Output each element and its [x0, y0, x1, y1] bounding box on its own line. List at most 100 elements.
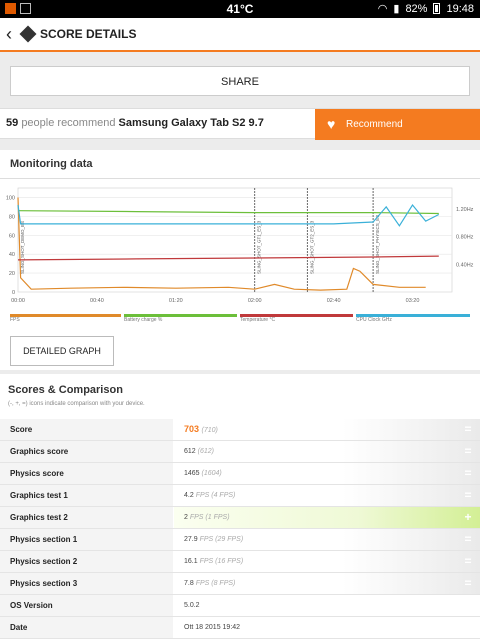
scores-table: Score 703 (710) = Graphics score 612 (612) = P… [0, 419, 480, 639]
y-tick-label: 0 [12, 290, 15, 296]
table-row: Physics section 1 27.9 FPS (29 FPS) = [0, 529, 480, 551]
back-arrow-icon[interactable]: ‹ [6, 24, 20, 45]
row-label: Physics section 3 [0, 573, 173, 594]
row-compare: (1604) [201, 470, 222, 477]
row-value: 27.9 [184, 536, 198, 543]
app-bar: ‹ SCORE DETAILS [0, 18, 480, 52]
row-label: Score [0, 419, 173, 440]
equals-icon: = [464, 466, 472, 480]
legend-label: Temperature °C [240, 317, 276, 323]
legend-label: FPS [10, 317, 20, 323]
row-value-cell: 4.2 FPS (4 FPS) = [174, 485, 480, 506]
y-tick-label: 20 [9, 271, 15, 277]
row-label: Graphics test 1 [0, 485, 173, 506]
page-title: SCORE DETAILS [40, 27, 137, 41]
recommend-button[interactable]: ♥ Recommend [315, 109, 480, 140]
recommend-card: 59 people recommend Samsung Galaxy Tab S… [0, 108, 480, 140]
row-compare: FPS (16 FPS) [199, 558, 244, 565]
table-row: Graphics score 612 (612) = [0, 441, 480, 463]
x-tick-label: 03:20 [406, 298, 420, 304]
row-value: 5.0.2 [184, 602, 200, 609]
row-compare: FPS (8 FPS) [195, 580, 236, 587]
legend-fps: FPS [10, 314, 121, 326]
y-tick-label: 60 [9, 233, 15, 239]
y2-tick-label: 0.40Hz [456, 262, 474, 268]
recommend-text: 59 people recommend Samsung Galaxy Tab S… [6, 117, 264, 129]
clock: 19:48 [446, 2, 474, 15]
table-row: OS Version 5.0.2 [0, 595, 480, 617]
x-tick-label: 02:00 [248, 298, 262, 304]
legend-cpu-clock: CPU Clock GHz [356, 314, 470, 326]
row-compare: FPS (29 FPS) [199, 536, 244, 543]
row-value: 1465 [184, 470, 200, 477]
table-row: Score 703 (710) = [0, 419, 480, 441]
recommend-button-label: Recommend [346, 119, 403, 130]
row-compare: FPS (4 FPS) [195, 492, 236, 499]
status-bar: 41°C ◠ ▮ 82% 19:48 [0, 0, 480, 18]
table-row: Graphics test 2 2 FPS (1 FPS) + [0, 507, 480, 529]
scores-subtitle: (-, +, =) icons indicate comparison with… [8, 401, 145, 407]
row-compare: FPS (1 FPS) [189, 514, 230, 521]
row-label: OS Version [0, 595, 173, 616]
row-value: 4.2 [184, 492, 194, 499]
row-label: Physics section 2 [0, 551, 173, 572]
row-value-cell: 612 (612) = [174, 441, 480, 462]
legend-temperature: Temperature °C [240, 314, 353, 326]
scores-title: Scores & Comparison [8, 384, 123, 396]
row-label: Physics score [0, 463, 173, 484]
y-tick-label: 80 [9, 214, 15, 220]
heart-icon: ♥ [327, 116, 336, 132]
phase-label: SLING_SHOT_GT1_ES_3 [257, 220, 262, 274]
legend-swatch [10, 314, 121, 317]
x-tick-label: 01:20 [169, 298, 183, 304]
x-tick-label: 00:40 [90, 298, 104, 304]
monitoring-card: Monitoring data 100 80 60 40 20 0 1.20Hz 0.80Hz… [0, 150, 480, 370]
plus-icon: + [464, 510, 472, 524]
row-compare: (612) [197, 448, 214, 455]
device-name: Samsung Galaxy Tab S2 9.7 [118, 117, 264, 129]
battery-percent: 82% [405, 2, 428, 15]
row-value-cell: 2 FPS (1 FPS) + [174, 507, 480, 528]
row-label: Date [0, 617, 173, 638]
signal-icon: ▮ [393, 3, 400, 15]
x-tick-label: 00:00 [11, 298, 25, 304]
row-compare: (710) [201, 427, 218, 434]
row-value: 16.1 [184, 558, 198, 565]
equals-icon: = [464, 422, 472, 436]
recommend-label: people recommend [21, 117, 116, 129]
row-label: Graphics test 2 [0, 507, 173, 528]
wifi-icon: ◠ [377, 3, 388, 15]
row-value-cell: 27.9 FPS (29 FPS) = [174, 529, 480, 550]
table-row: Date Ott 18 2015 19:42 [0, 617, 480, 639]
row-value: 2 [184, 514, 188, 521]
row-value-cell: 16.1 FPS (16 FPS) = [174, 551, 480, 572]
equals-icon: = [464, 444, 472, 458]
y2-tick-label: 1.20Hz [456, 207, 474, 213]
row-value: 7.8 [184, 580, 194, 587]
y-tick-label: 100 [6, 195, 15, 201]
plot-area [17, 187, 453, 293]
y2-tick-label: 0.80Hz [456, 235, 474, 241]
row-value-cell: Ott 18 2015 19:42 [174, 617, 480, 638]
row-value-cell: 703 (710) = [174, 419, 480, 440]
row-value: Ott 18 2015 19:42 [184, 624, 241, 631]
row-value: 612 [184, 448, 196, 455]
detailed-graph-button[interactable]: DETAILED GRAPH [10, 336, 114, 366]
recommend-count: 59 [6, 117, 19, 129]
table-row: Graphics test 1 4.2 FPS (4 FPS) = [0, 485, 480, 507]
y-tick-label: 40 [9, 252, 15, 258]
legend-battery: Battery charge % [124, 314, 237, 326]
monitoring-title: Monitoring data [10, 158, 93, 170]
row-value-cell: 1465 (1604) = [174, 463, 480, 484]
row-value-cell: 5.0.2 [174, 595, 480, 616]
share-button[interactable]: SHARE [10, 66, 470, 96]
legend-label: CPU Clock GHz [356, 317, 392, 323]
table-row: Physics section 3 7.8 FPS (8 FPS) = [0, 573, 480, 595]
phase-label: SLING_SHOT_PHYSICS_ES [375, 215, 380, 274]
scores-card: Scores & Comparison (-, +, =) icons indi… [0, 374, 480, 640]
equals-icon: = [464, 576, 472, 590]
equals-icon: = [464, 488, 472, 502]
x-tick-label: 02:40 [327, 298, 341, 304]
divider [0, 178, 480, 179]
table-row: Physics score 1465 (1604) = [0, 463, 480, 485]
